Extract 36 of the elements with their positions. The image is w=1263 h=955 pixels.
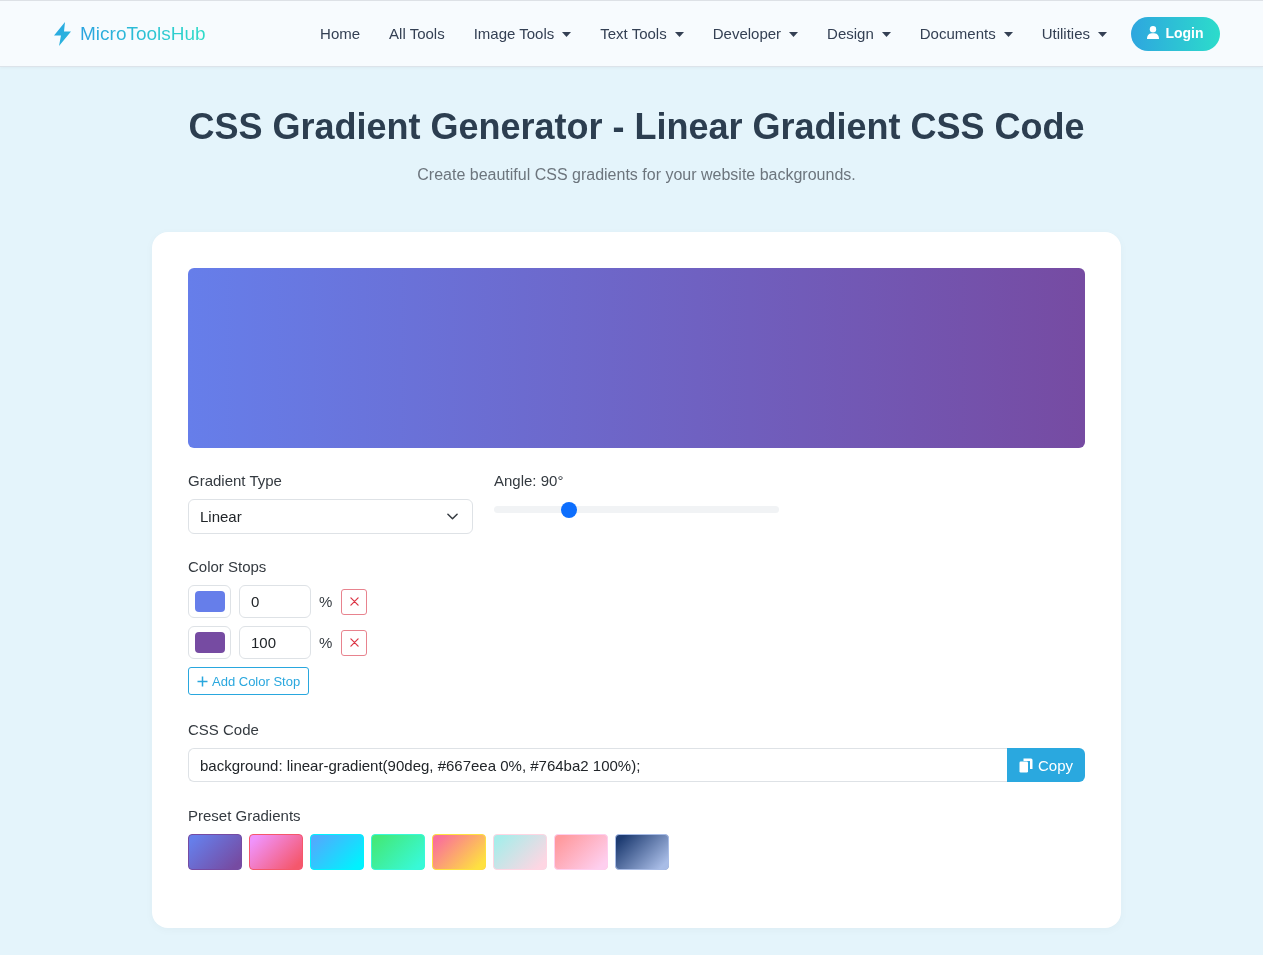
stop-position-input[interactable]: 100 (239, 626, 311, 659)
percent-label: % (319, 593, 334, 610)
field-label: Preset Gradients (188, 807, 302, 825)
nav-link[interactable]: Text Tools (600, 22, 684, 45)
nav-link[interactable]: Image Tools (473, 22, 572, 45)
remove-stop-button[interactable] (341, 588, 367, 615)
preset-gradient-swatch[interactable] (615, 834, 669, 870)
field-label: Color Stops (188, 558, 268, 576)
remove-stop-button[interactable] (341, 629, 367, 656)
color-picker[interactable] (188, 585, 231, 618)
nav-link[interactable]: Documents (919, 22, 1013, 45)
x-icon (349, 638, 359, 647)
percent-label: % (319, 634, 334, 651)
preset-gradient-swatch[interactable] (249, 834, 303, 870)
preset-gradient-swatch[interactable] (188, 834, 242, 870)
page-title: CSS Gradient Generator - Linear Gradient CSS Code (187, 105, 1086, 149)
stop-position-input[interactable]: 0 (239, 585, 311, 618)
field-label: Angle: 90° (494, 472, 565, 490)
page-subtitle: Create beautiful CSS gradients for your website backgrounds. (416, 165, 857, 185)
lightning-bolt-icon (53, 21, 72, 46)
nav-link[interactable]: All Tools (389, 22, 445, 45)
field-label: Gradient Type (188, 472, 283, 490)
nav-link[interactable]: Home (320, 22, 361, 45)
user-icon (1147, 26, 1160, 39)
plus-icon (197, 675, 208, 687)
css-code-field[interactable]: background: linear-gradient(90deg, #667eea 0%, #764ba2 100%); (188, 748, 1007, 782)
nav-link[interactable]: Utilities (1041, 22, 1107, 45)
slider-thumb[interactable] (561, 501, 578, 518)
chevron-down-icon (447, 513, 458, 520)
color-picker[interactable] (188, 626, 231, 659)
nav-link[interactable]: Developer (712, 22, 799, 45)
gradient-type-select[interactable]: Linear (188, 499, 473, 534)
x-icon (349, 597, 359, 606)
copy-icon (1019, 757, 1033, 773)
field-label: CSS Code (188, 721, 260, 739)
nav-link[interactable]: Design (827, 22, 891, 45)
